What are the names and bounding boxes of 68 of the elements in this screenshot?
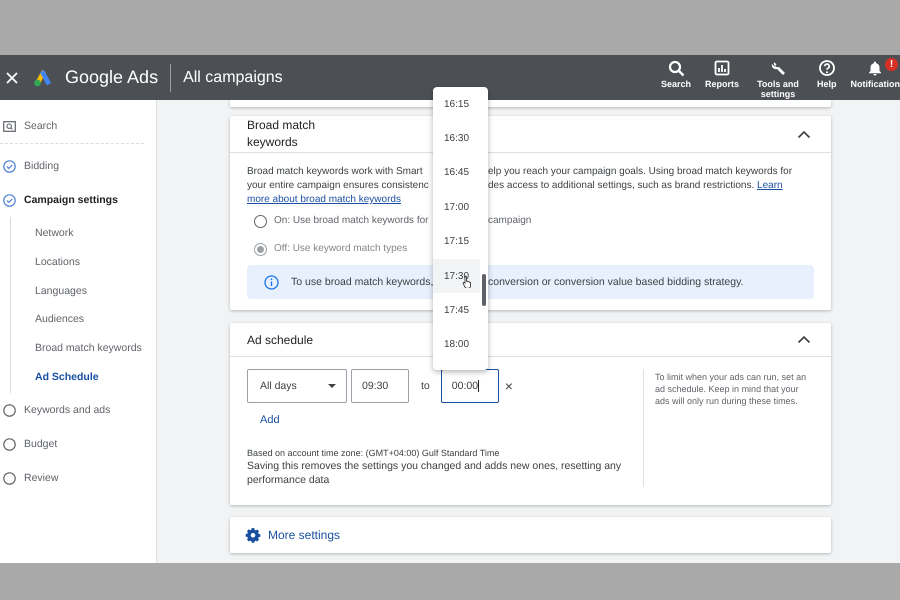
sidebar-item[interactable]: Bidding [0, 149, 156, 183]
sidebar-item[interactable]: Keywords and ads [0, 393, 156, 428]
help-text: To limit when your ads can run, set an ad schedule. Keep in mind that your ads will only run during these times. [655, 371, 808, 408]
timezone-note: Based on account time zone: (GMT+04:00) Gulf Standard Time [247, 448, 500, 458]
sidebar-subitem[interactable]: Broad match keywords [11, 334, 156, 362]
sidebar-subitem[interactable]: Audiences [11, 305, 156, 334]
bell-button[interactable]: Notification ! [850, 59, 900, 89]
sidebar-item[interactable]: Budget [0, 427, 156, 462]
search-icon [666, 59, 685, 77]
chart-icon [712, 59, 731, 77]
search-button[interactable]: Search [660, 59, 691, 89]
time-option[interactable]: 17:15 [433, 224, 480, 259]
time-option[interactable]: 16:15 [433, 87, 480, 122]
option-label: On: Use broad match keywords for [274, 214, 429, 228]
search-icon [3, 120, 16, 132]
close-icon[interactable] [5, 70, 19, 84]
help-button[interactable]: Help [816, 59, 836, 89]
tools-button[interactable]: Tools and settings [752, 59, 803, 99]
circle-icon [3, 404, 16, 417]
description-text: your entire campaign ensures consistenc [247, 179, 430, 193]
radio-button[interactable] [254, 214, 267, 228]
end-time-field[interactable]: 00:00 [440, 369, 499, 403]
sidebar-subitem[interactable]: Languages [11, 276, 156, 306]
separator-text: to [421, 380, 430, 392]
time-option[interactable]: 16:45 [433, 156, 480, 190]
time-option[interactable]: 17:45 [433, 293, 480, 328]
card-title: Ad schedule [247, 332, 314, 346]
check-circle-icon [3, 194, 16, 206]
description-text: elp you reach your campaign goals. Using broad match keywords for [488, 166, 792, 177]
help-icon [818, 59, 836, 77]
learn-more-link[interactable]: more about broad match keywords [247, 194, 401, 205]
time-option[interactable]: 18:00 [433, 328, 480, 362]
circle-icon [3, 438, 16, 451]
start-time-field[interactable]: 09:30 [351, 369, 409, 403]
caret-icon [328, 384, 336, 388]
sidebar-subitem[interactable]: Ad Schedule [11, 362, 156, 392]
info-text: conversion or conversion value based bidding strategy. [488, 276, 744, 288]
info-text: To use broad match keywords, [291, 276, 434, 288]
more-settings-button[interactable]: More settings [230, 517, 831, 553]
scrollbar-thumb[interactable] [482, 274, 486, 306]
reports-button[interactable]: Reports [704, 59, 739, 89]
brand-name: Google Ads [65, 67, 158, 88]
sidebar-item[interactable]: Search [0, 115, 156, 137]
option-label: campaign [488, 215, 532, 226]
remove-button[interactable]: × [504, 379, 513, 393]
description-text: Broad match keywords work with Smart [247, 165, 424, 179]
day-dropdown[interactable]: All days [247, 369, 347, 403]
warning-text: Saving this removes the settings you changed and adds new ones, resetting any performance data [247, 459, 622, 487]
check-circle-icon [3, 160, 16, 172]
sidebar-subitem[interactable]: Network [11, 219, 156, 248]
time-option[interactable]: 16:30 [433, 121, 480, 156]
alert-badge: ! [885, 58, 898, 71]
sidebar-subitem[interactable]: Locations [11, 248, 156, 276]
sidebar-item[interactable]: Campaign settings [0, 183, 156, 217]
info-icon [264, 274, 279, 290]
chevron-up-icon[interactable] [797, 335, 811, 344]
sidebar-item[interactable]: Review [0, 461, 156, 496]
option-label: Off: Use keyword match types [274, 242, 408, 256]
time-option[interactable]: 17:30 [433, 258, 480, 294]
time-option[interactable]: 17:00 [433, 190, 480, 225]
chevron-up-icon[interactable] [797, 130, 811, 138]
add-button[interactable]: Add [260, 414, 280, 426]
gear-icon [245, 527, 261, 543]
description-text: des access to additional settings, such as brand restrictions. [488, 180, 754, 191]
learn-more-link[interactable]: Learn [757, 180, 783, 191]
circle-icon [3, 472, 16, 485]
page-title: All campaigns [183, 68, 283, 86]
card-title: Broad match keywords [247, 117, 316, 151]
